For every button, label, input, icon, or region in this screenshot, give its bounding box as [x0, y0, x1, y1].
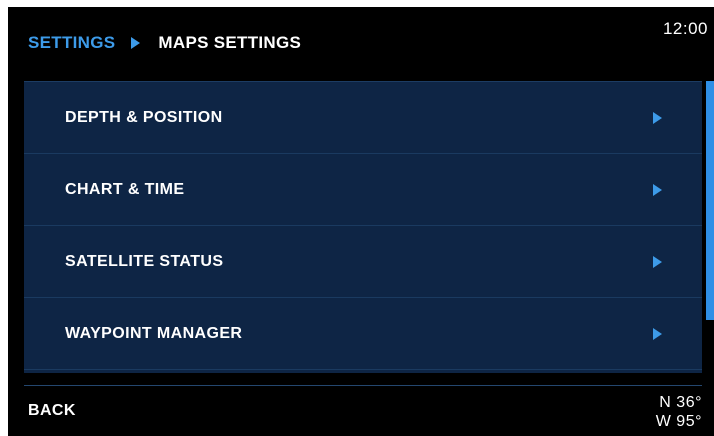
footer-divider [24, 385, 702, 386]
clock: 12:00 [662, 19, 708, 38]
menu-item-satellite-status[interactable]: SATELLITE STATUS [24, 226, 702, 298]
latitude-readout: N 36° [659, 394, 702, 411]
menu-item-label: SATELLITE STATUS [65, 252, 224, 270]
header: SETTINGS MAPS SETTINGS 12:00 [8, 7, 714, 79]
breadcrumb-separator-icon [131, 37, 141, 49]
gps-coordinates: N 36° W 95° [656, 393, 702, 431]
settings-list: DEPTH & POSITION CHART & TIME SATELLITE … [24, 81, 702, 373]
longitude-readout: W 95° [655, 413, 702, 430]
breadcrumb: SETTINGS MAPS SETTINGS [28, 33, 301, 53]
menu-item-label: WAYPOINT MANAGER [65, 324, 243, 342]
menu-item-label: DEPTH & POSITION [65, 108, 223, 126]
chevron-right-icon [653, 327, 662, 340]
chevron-right-icon [653, 255, 662, 268]
scrollbar[interactable] [706, 81, 714, 372]
device-screen: SETTINGS MAPS SETTINGS 12:00 DEPTH & POS… [8, 7, 714, 436]
scrollbar-thumb[interactable] [706, 81, 714, 320]
menu-item-depth-position[interactable]: DEPTH & POSITION [24, 82, 702, 154]
page-title: MAPS SETTINGS [158, 33, 302, 52]
chevron-right-icon [653, 111, 662, 124]
menu-item-chart-time[interactable]: CHART & TIME [24, 154, 702, 226]
back-button[interactable]: BACK [28, 402, 76, 420]
chevron-right-icon [653, 183, 662, 196]
menu-item-waypoint-manager[interactable]: WAYPOINT MANAGER [24, 298, 702, 370]
breadcrumb-settings-link[interactable]: SETTINGS [28, 33, 115, 53]
menu-item-label: CHART & TIME [65, 180, 185, 198]
